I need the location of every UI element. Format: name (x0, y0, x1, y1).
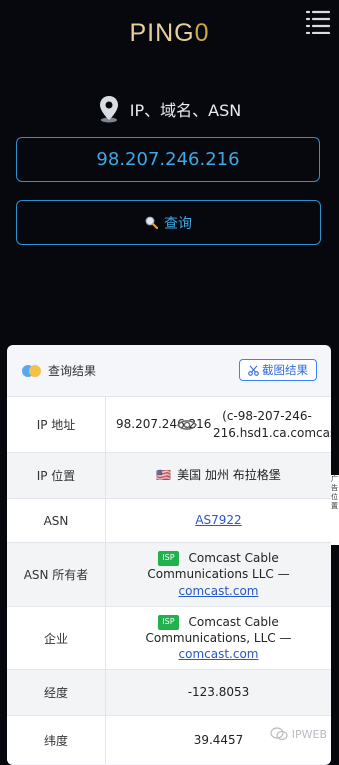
row-key: 纬度 (7, 716, 106, 764)
hamburger-menu-icon[interactable] (305, 8, 331, 34)
decor-dot-yellow (29, 365, 41, 377)
result-card: 查询结果 截图结果 IP 地址 98.207.246.216 (c-98-207… (7, 345, 331, 765)
location-value: 美国 加州 布拉格堡 (177, 468, 281, 483)
magnifier-icon (145, 216, 158, 229)
isp-badge: ISP (158, 614, 179, 630)
row-company: 企业 ISP Comcast Cable Communications, LLC … (7, 606, 331, 669)
longitude-value: -123.8053 (187, 685, 250, 700)
row-value: ISP Comcast Cable Communications, LLC — c… (106, 607, 331, 669)
screenshot-button[interactable]: 截图结果 (239, 359, 317, 381)
company-link[interactable]: comcast.com (179, 647, 259, 661)
row-key: IP 地址 (7, 397, 106, 452)
result-header: 查询结果 截图结果 (7, 345, 331, 396)
hostname-value: (c-98-207-246-216.hsd1.ca.comcast.net) (213, 409, 331, 440)
company-text: ISP Comcast Cable Communications, LLC — c… (114, 614, 323, 663)
row-key: ASN (7, 499, 106, 542)
search-button[interactable]: 查询 (16, 200, 321, 245)
watermark: IPWEB (270, 727, 327, 741)
row-value: ISP Comcast Cable Communications LLC — co… (106, 543, 331, 606)
screenshot-button-label: 截图结果 (262, 363, 308, 377)
asn-owner-text: ISP Comcast Cable Communications LLC — co… (114, 550, 323, 599)
row-longitude: 经度 -123.8053 (7, 669, 331, 715)
ip-value: 98.207.246.216 (116, 417, 212, 432)
row-ip-address: IP 地址 98.207.246.216 (c-98-207-246-216.h… (7, 396, 331, 452)
us-flag-icon: 🇺🇸 (156, 468, 172, 483)
search-button-label: 查询 (164, 215, 192, 232)
separator: — (275, 630, 292, 645)
asn-owner-link[interactable]: comcast.com (179, 584, 259, 598)
row-value: 98.207.246.216 (c-98-207-246-216.hsd1.ca… (106, 397, 331, 452)
search-prompt: IP、域名、ASN (0, 95, 339, 123)
row-asn: ASN AS7922 (7, 498, 331, 542)
row-key: IP 位置 (7, 453, 106, 498)
row-value: 🇺🇸 美国 加州 布拉格堡 (106, 453, 331, 498)
row-key: 经度 (7, 670, 106, 715)
row-value: AS7922 (106, 499, 331, 542)
row-key: 企业 (7, 607, 106, 669)
logo-text: PING (129, 19, 195, 47)
watermark-text: IPWEB (291, 727, 327, 741)
row-key: ASN 所有者 (7, 543, 106, 606)
map-pin-icon (99, 96, 118, 123)
prompt-text: IP、域名、ASN (129, 101, 242, 120)
asn-link[interactable]: AS7922 (195, 512, 241, 528)
row-ip-location: IP 位置 🇺🇸 美国 加州 布拉格堡 (7, 452, 331, 498)
side-ad-label[interactable]: 广告位置 (331, 475, 339, 545)
logo-zero: 0 (194, 19, 210, 47)
row-asn-owner: ASN 所有者 ISP Comcast Cable Communications … (7, 542, 331, 606)
scissors-icon (248, 364, 259, 376)
result-title: 查询结果 (48, 364, 97, 378)
wechat-logo-icon (270, 727, 288, 741)
ip-search-input[interactable] (16, 137, 320, 182)
isp-badge: ISP (158, 551, 179, 567)
separator: — (273, 567, 290, 582)
eye-icon[interactable] (176, 418, 197, 432)
app-logo: PING0 (0, 19, 339, 48)
